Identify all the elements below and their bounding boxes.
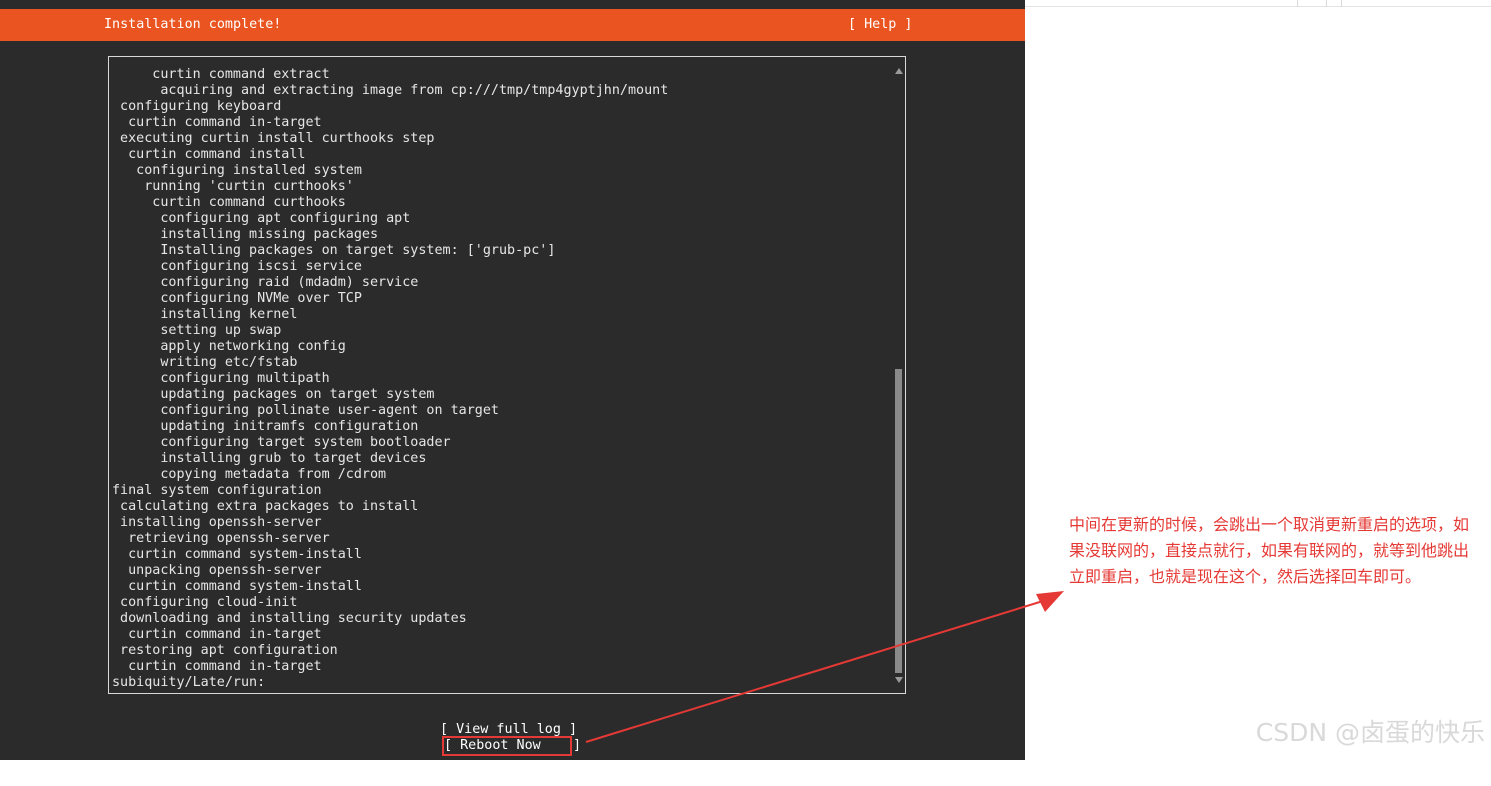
log-line: downloading and installing security upda… xyxy=(112,611,467,626)
log-line: retrieving openssh-server xyxy=(112,531,330,546)
log-line: executing curtin install curthooks step xyxy=(112,131,435,146)
install-log-panel[interactable]: curtin command extract acquiring and ext… xyxy=(108,56,906,694)
install-log-lines: curtin command extract acquiring and ext… xyxy=(112,67,887,691)
installer-header-bar: Installation complete! [ Help ] xyxy=(0,9,1025,41)
log-line: calculating extra packages to install xyxy=(112,499,419,514)
log-line: apply networking config xyxy=(112,339,346,354)
scroll-down-icon[interactable] xyxy=(895,677,903,683)
terminal-top-strip xyxy=(0,0,1025,9)
annotation-text: 中间在更新的时候，会跳出一个取消更新重启的选项，如果没联网的，直接点就行，如果有… xyxy=(1069,515,1470,586)
log-line: Installing packages on target system: ['… xyxy=(112,243,556,258)
panel-divider xyxy=(1341,0,1342,7)
scroll-up-icon[interactable] xyxy=(895,68,903,74)
log-line: configuring pollinate user-agent on targ… xyxy=(112,403,499,418)
log-line: curtin command system-install xyxy=(112,579,362,594)
log-line: curtin command install xyxy=(112,147,306,162)
log-line: updating initramfs configuration xyxy=(112,419,419,434)
log-line: acquiring and extracting image from cp:/… xyxy=(112,83,669,98)
log-line: updating packages on target system xyxy=(112,387,435,402)
log-line: configuring NVMe over TCP xyxy=(112,291,362,306)
panel-divider xyxy=(1326,0,1327,7)
panel-top-border xyxy=(1025,6,1491,7)
log-line: configuring target system bootloader xyxy=(112,435,451,450)
log-line: curtin command in-target xyxy=(112,115,322,130)
log-line: unpacking openssh-server xyxy=(112,563,322,578)
log-line: subiquity/Late/run: xyxy=(112,675,266,690)
view-full-log-button[interactable]: [ View full log ] xyxy=(440,722,577,738)
scrollbar-thumb[interactable] xyxy=(895,369,902,673)
log-line: final system configuration xyxy=(112,483,322,498)
panel-divider xyxy=(1297,0,1298,7)
installer-title: Installation complete! xyxy=(104,17,282,32)
log-line: configuring keyboard xyxy=(112,99,282,114)
log-line: setting up swap xyxy=(112,323,282,338)
log-line: curtin command in-target xyxy=(112,627,322,642)
log-line: curtin command curthooks xyxy=(112,195,346,210)
installer-terminal: Installation complete! [ Help ] curtin c… xyxy=(0,0,1025,760)
log-line: installing missing packages xyxy=(112,227,379,242)
log-line: configuring installed system xyxy=(112,163,362,178)
csdn-watermark: CSDN @卤蛋的快乐 xyxy=(1255,718,1485,747)
log-line: configuring raid (mdadm) service xyxy=(112,275,419,290)
log-line: installing kernel xyxy=(112,307,298,322)
log-line: running 'curtin curthooks' xyxy=(112,179,354,194)
log-line: curtin command extract xyxy=(112,67,330,82)
help-button[interactable]: [ Help ] xyxy=(848,17,913,33)
log-line: configuring apt configuring apt xyxy=(112,211,411,226)
log-line: writing etc/fstab xyxy=(112,355,298,370)
log-line: installing grub to target devices xyxy=(112,451,427,466)
log-line: configuring iscsi service xyxy=(112,259,362,274)
annotation-panel: 中间在更新的时候，会跳出一个取消更新重启的选项，如果没联网的，直接点就行，如果有… xyxy=(1025,0,1491,760)
log-line: configuring multipath xyxy=(112,371,330,386)
log-line: curtin command system-install xyxy=(112,547,362,562)
log-line: copying metadata from /cdrom xyxy=(112,467,387,482)
log-line: restoring apt configuration xyxy=(112,643,338,658)
log-line: curtin command in-target xyxy=(112,659,322,674)
reboot-now-label: [ Reboot Now ] xyxy=(444,738,582,753)
log-line: configuring cloud-init xyxy=(112,595,298,610)
log-line: installing openssh-server xyxy=(112,515,322,530)
reboot-now-button[interactable]: [ Reboot Now ] xyxy=(444,738,581,756)
